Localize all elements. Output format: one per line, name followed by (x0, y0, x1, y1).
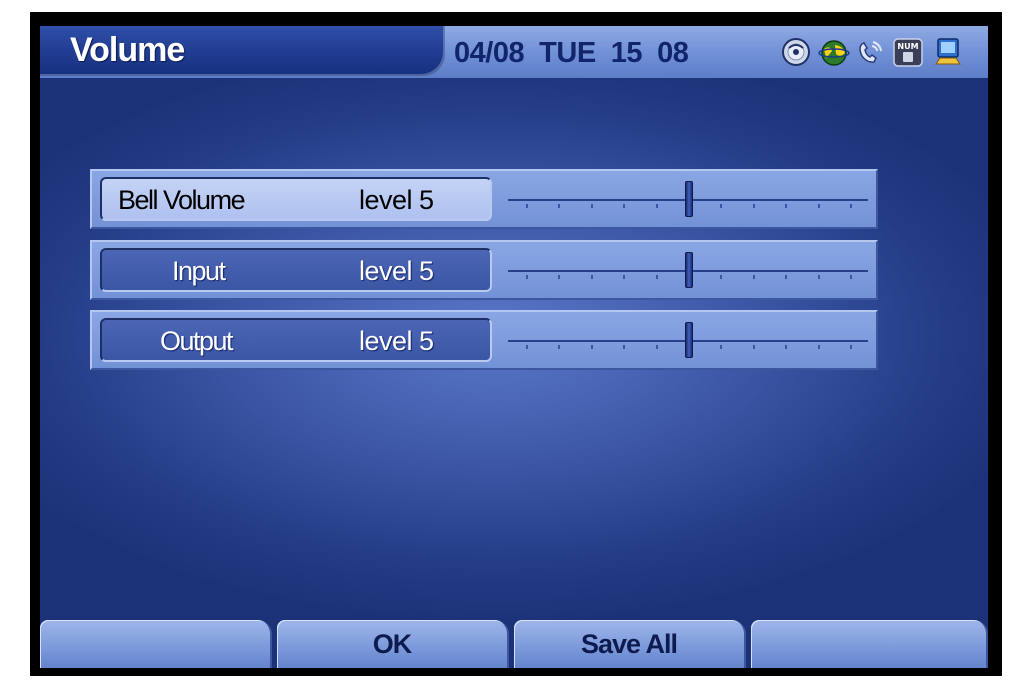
slider-tick (558, 204, 561, 208)
slider-tick (720, 275, 723, 279)
slider-tick (850, 204, 852, 208)
slider-tick (785, 204, 788, 208)
slider-tick (590, 345, 593, 349)
slider-tick (850, 345, 852, 349)
slider-thumb[interactable] (685, 181, 693, 217)
title-tab: Volume (40, 26, 445, 76)
slider-tick (720, 204, 723, 208)
slider-tick (688, 345, 690, 349)
softkey-4[interactable] (751, 620, 988, 668)
output-volume-slider[interactable] (508, 312, 868, 368)
slider-tick (526, 204, 528, 208)
slider-tick (558, 345, 561, 349)
slider-tick (623, 204, 626, 208)
bell-volume-slider[interactable] (508, 171, 868, 227)
slider-thumb[interactable] (685, 252, 693, 288)
bell-volume-label-box[interactable]: Bell Volume level 5 (100, 177, 492, 221)
bell-volume-level: level 5 (359, 185, 434, 215)
input-volume-slider[interactable] (508, 242, 868, 298)
slider-tick (655, 275, 658, 279)
slider-tick (688, 204, 690, 208)
ok-button[interactable]: OK (277, 620, 509, 668)
slider-tick (688, 275, 690, 279)
slider-tick (817, 204, 820, 208)
input-volume-level: level 5 (359, 256, 434, 286)
input-volume-name: Input (172, 256, 226, 286)
slider-tick (817, 275, 820, 279)
slider-tick (785, 275, 788, 279)
save-all-button[interactable]: Save All (514, 620, 746, 668)
slider-tick (785, 345, 788, 349)
input-volume-row[interactable]: Input level 5 (90, 240, 878, 300)
phone-ring-icon (859, 41, 882, 63)
slider-tick (817, 345, 820, 349)
slider-tick (623, 275, 626, 279)
monitor-icon (935, 38, 961, 65)
svg-text:NUM: NUM (897, 42, 918, 51)
output-volume-row[interactable]: Output level 5 (90, 310, 878, 370)
input-volume-label-box[interactable]: Input level 5 (100, 248, 492, 292)
globe-icon (818, 40, 850, 66)
header-bar: Volume 04/08 TUE 15 08 NUM (40, 26, 988, 78)
slider-tick (655, 204, 658, 208)
slider-thumb[interactable] (685, 322, 693, 358)
output-volume-level: level 5 (359, 326, 434, 356)
slider-tick (526, 345, 528, 349)
output-volume-label-box[interactable]: Output level 5 (100, 318, 492, 362)
slider-tick (752, 345, 755, 349)
date-time: 04/08 TUE 15 08 (454, 37, 689, 69)
slider-tick (752, 204, 755, 208)
page-title: Volume (70, 31, 185, 69)
screen-frame: Volume 04/08 TUE 15 08 NUM Bell Volume l… (30, 12, 1002, 676)
slider-tick (720, 345, 723, 349)
slider-tick (623, 345, 626, 349)
output-volume-name: Output (160, 326, 234, 356)
disc-icon (782, 38, 810, 66)
bell-volume-row[interactable]: Bell Volume level 5 (90, 169, 878, 229)
bell-volume-name: Bell Volume (118, 185, 246, 215)
slider-tick (752, 275, 755, 279)
slider-tick (590, 275, 593, 279)
volume-screen: Volume 04/08 TUE 15 08 NUM Bell Volume l… (40, 26, 988, 668)
slider-tick (850, 275, 852, 279)
softkey-1[interactable] (40, 620, 272, 668)
slider-tick (590, 204, 593, 208)
slider-tick (655, 345, 658, 349)
slider-tick (526, 275, 528, 279)
num-lock-icon: NUM (893, 38, 923, 67)
slider-tick (558, 275, 561, 279)
